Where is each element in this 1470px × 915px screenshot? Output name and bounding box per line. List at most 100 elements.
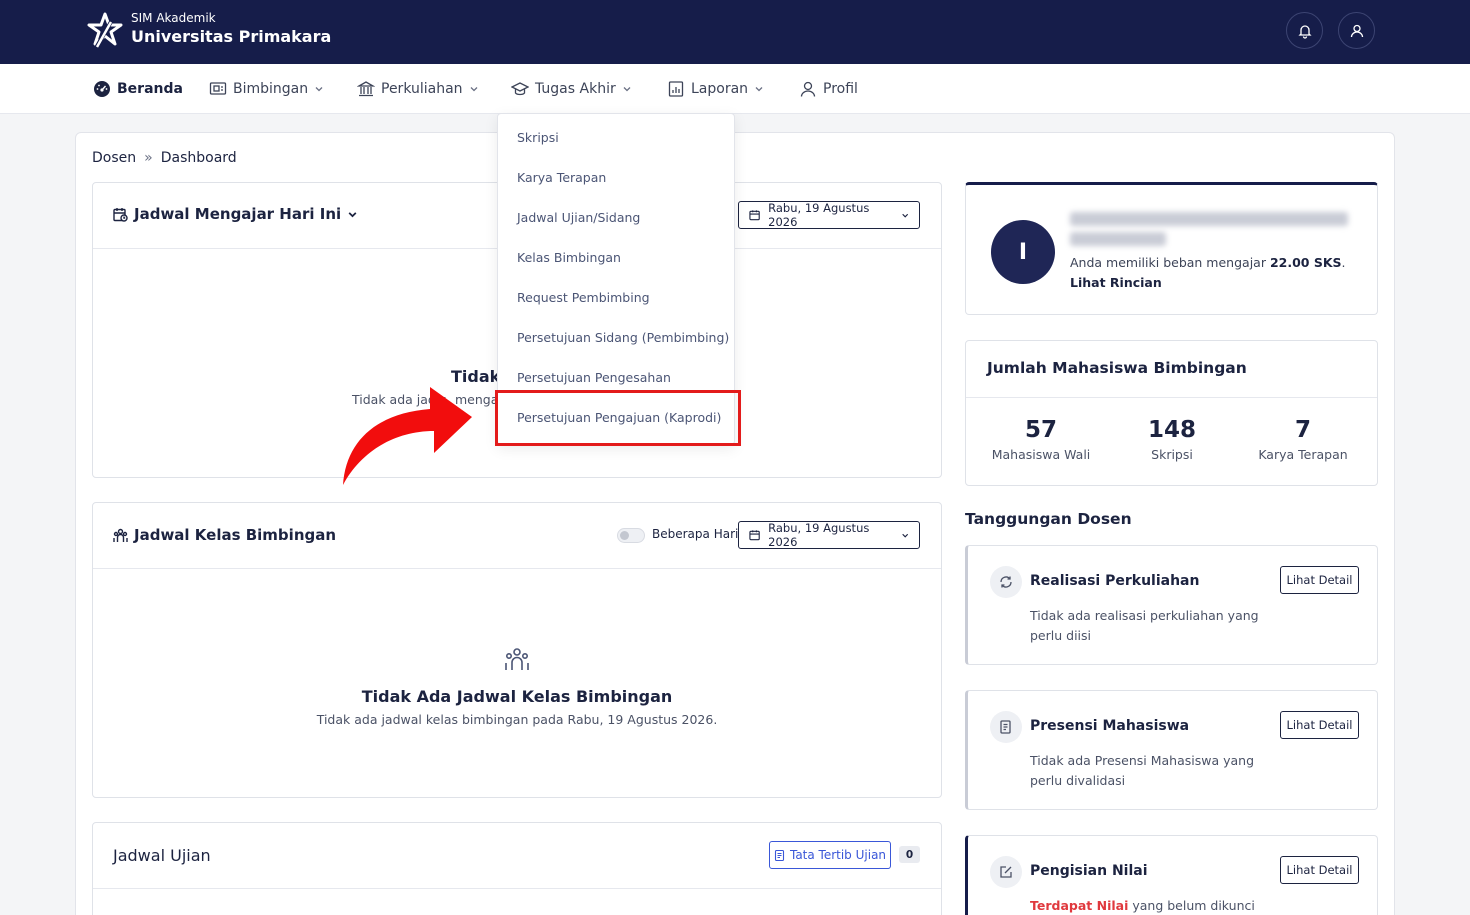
task-presensi-card: Presensi Mahasiswa Tidak ada Presensi Ma… xyxy=(965,690,1378,810)
task-description-rest: yang belum dikunci xyxy=(1128,898,1255,913)
building-icon xyxy=(357,81,375,97)
user-icon xyxy=(1350,24,1364,38)
date-picker[interactable]: Rabu, 19 Agustus 2026 xyxy=(738,521,920,549)
menu-item-skripsi[interactable]: Skripsi xyxy=(517,130,559,145)
teaching-load-suffix: . xyxy=(1341,255,1346,270)
stat-mahasiswa-wali-label: Mahasiswa Wali xyxy=(991,447,1091,462)
menu-item-persetujuan-sidang[interactable]: Persetujuan Sidang (Pembimbing) xyxy=(517,330,729,345)
task-icon-wrap xyxy=(990,856,1022,888)
breadcrumb-dosen[interactable]: Dosen xyxy=(92,150,136,166)
ujian-count-badge: 0 xyxy=(899,846,920,863)
beberapa-hari-toggle[interactable] xyxy=(617,528,645,543)
jadwal-mengajar-title[interactable]: Jadwal Mengajar Hari Ini xyxy=(113,205,358,223)
jadwal-mengajar-label: Jadwal Mengajar Hari Ini xyxy=(134,205,342,223)
chevron-down-icon xyxy=(901,533,908,538)
board-icon xyxy=(209,82,227,95)
stat-skripsi-label: Skripsi xyxy=(1151,447,1193,462)
task-title: Presensi Mahasiswa xyxy=(1030,718,1190,734)
lecturer-name-redacted xyxy=(1070,212,1348,248)
date-value: Rabu, 19 Agustus 2026 xyxy=(768,521,870,549)
edit-icon xyxy=(1000,866,1012,878)
task-title: Pengisian Nilai xyxy=(1030,863,1148,879)
chevron-down-icon xyxy=(623,87,631,92)
menu-item-jadwal-ujian-sidang[interactable]: Jadwal Ujian/Sidang xyxy=(517,210,640,225)
task-description: Tidak ada realisasi perkuliahan yang per… xyxy=(1030,608,1259,643)
chevron-down-icon xyxy=(470,87,478,92)
menu-item-kelas-bimbingan[interactable]: Kelas Bimbingan xyxy=(517,250,621,265)
date-value: Rabu, 19 Agustus 2026 xyxy=(768,201,870,229)
nav-profil[interactable]: Profil xyxy=(799,79,858,99)
user-icon xyxy=(800,81,816,97)
task-title: Realisasi Perkuliahan xyxy=(1030,573,1200,589)
task-icon-wrap xyxy=(990,566,1022,598)
top-bar: SIM Akademik Universitas Primakara xyxy=(0,0,1470,64)
task-description-highlight: Terdapat Nilai xyxy=(1030,898,1129,913)
empty-state-subtitle: Tidak ada jadwal kelas bimbingan pada Ra… xyxy=(316,712,718,727)
nav-bimbingan[interactable]: Bimbingan xyxy=(209,79,324,99)
stat-karya-terapan-value: 7 xyxy=(1294,417,1311,443)
jadwal-kelas-title: Jadwal Kelas Bimbingan xyxy=(113,526,336,544)
teaching-load-prefix: Anda memiliki beban mengajar xyxy=(1070,255,1270,270)
nav-laporan-label: Laporan xyxy=(691,81,749,97)
university-logo xyxy=(87,12,123,49)
main-navigation: Beranda Bimbingan Perkuliahan Tugas Akhi… xyxy=(0,64,1470,114)
notification-button[interactable] xyxy=(1286,12,1323,49)
task-description: Tidak ada Presensi Mahasiswa yang perlu … xyxy=(1030,753,1255,788)
nav-tugas-akhir-label: Tugas Akhir xyxy=(535,81,616,97)
chevron-down-icon xyxy=(348,211,357,217)
lihat-detail-button[interactable]: Lihat Detail xyxy=(1280,566,1359,594)
stat-skripsi-value: 148 xyxy=(1147,417,1196,443)
nav-profil-label: Profil xyxy=(823,81,858,97)
jadwal-ujian-title: Jadwal Ujian xyxy=(113,846,211,865)
report-icon xyxy=(668,81,684,97)
breadcrumb-separator: » xyxy=(144,150,153,166)
chevron-down-icon xyxy=(755,87,763,92)
task-icon-wrap xyxy=(990,711,1022,743)
group-icon xyxy=(505,648,529,670)
account-button[interactable] xyxy=(1338,12,1375,49)
avatar: I xyxy=(991,220,1055,284)
dashboard-icon xyxy=(94,81,110,97)
teaching-load-text: Anda memiliki beban mengajar 22.00 SKS. xyxy=(1070,255,1346,270)
graduation-cap-icon xyxy=(511,82,529,96)
stat-karya-terapan-label: Karya Terapan xyxy=(1258,447,1348,462)
lihat-detail-button[interactable]: Lihat Detail xyxy=(1280,711,1359,739)
document-icon xyxy=(774,849,785,861)
menu-item-persetujuan-pengesahan[interactable]: Persetujuan Pengesahan xyxy=(517,370,671,385)
jadwal-kelas-label: Jadwal Kelas Bimbingan xyxy=(134,526,337,544)
task-nilai-card: Pengisian Nilai Terdapat Nilai yang belu… xyxy=(965,835,1378,915)
university-name: Universitas Primakara xyxy=(131,27,332,46)
nav-laporan[interactable]: Laporan xyxy=(667,79,764,99)
empty-state-title: Tidak Ada Jadwal Kelas Bimbingan xyxy=(361,687,673,706)
nav-beranda[interactable]: Beranda xyxy=(93,79,183,99)
date-picker[interactable]: Rabu, 19 Agustus 2026 xyxy=(738,201,920,229)
nav-perkuliahan-label: Perkuliahan xyxy=(381,81,463,97)
toggle-label: Beberapa Hari xyxy=(652,527,739,541)
chevron-down-icon xyxy=(315,87,323,92)
breadcrumb: Dosen » Dashboard xyxy=(92,150,237,166)
tata-tertib-button[interactable]: Tata Tertib Ujian xyxy=(769,841,891,869)
chevron-down-icon xyxy=(901,213,908,218)
app-subtitle: SIM Akademik xyxy=(131,11,216,25)
teaching-load-value: 22.00 SKS xyxy=(1269,255,1342,270)
highlight-annotation-box xyxy=(495,390,741,446)
menu-item-karya-terapan[interactable]: Karya Terapan xyxy=(517,170,606,185)
nav-beranda-label: Beranda xyxy=(117,81,183,97)
group-icon xyxy=(113,528,128,542)
nav-perkuliahan[interactable]: Perkuliahan xyxy=(357,79,479,99)
nav-tugas-akhir[interactable]: Tugas Akhir xyxy=(511,79,632,99)
nav-bimbingan-label: Bimbingan xyxy=(233,81,309,97)
lihat-detail-button[interactable]: Lihat Detail xyxy=(1280,856,1359,884)
calendar-clock-icon xyxy=(113,207,128,222)
calendar-icon xyxy=(749,530,760,541)
tata-tertib-label: Tata Tertib Ujian xyxy=(789,848,887,862)
document-icon xyxy=(1000,720,1011,734)
stat-mahasiswa-wali-value: 57 xyxy=(1024,417,1057,443)
lihat-rincian-link[interactable]: Lihat Rincian xyxy=(1070,275,1162,290)
annotation-arrow-icon xyxy=(343,387,472,485)
breadcrumb-dashboard: Dashboard xyxy=(160,150,237,166)
menu-item-request-pembimbing[interactable]: Request Pembimbing xyxy=(517,290,650,305)
calendar-icon xyxy=(749,210,760,221)
jadwal-kelas-card: Jadwal Kelas Bimbingan Rabu, 19 Agustus … xyxy=(92,502,942,798)
tanggungan-title: Tanggungan Dosen xyxy=(965,510,1132,528)
